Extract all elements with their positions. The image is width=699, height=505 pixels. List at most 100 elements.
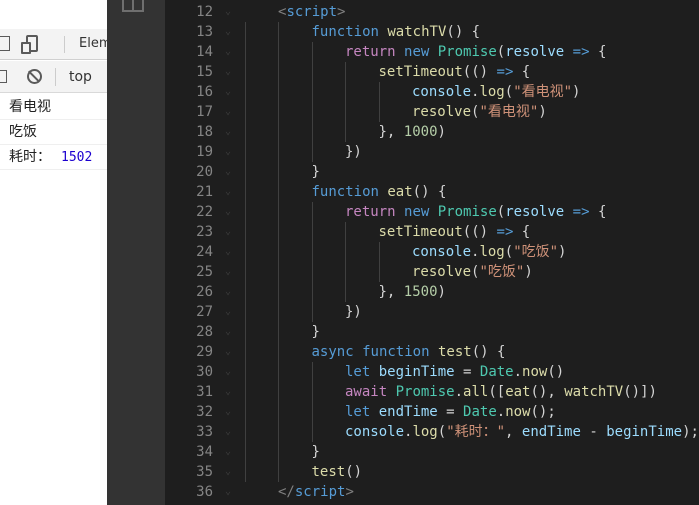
tab-elements[interactable]: Elem — [79, 36, 107, 51]
fold-chevron-icon[interactable]: ⌄ — [225, 222, 235, 242]
fold-chevron-icon[interactable]: ⌄ — [225, 482, 235, 502]
indent-guide — [278, 282, 279, 302]
code-token: beginTime — [606, 424, 683, 440]
indent-guide — [278, 262, 279, 282]
indent-guide — [345, 82, 346, 102]
code-text: await Promise.all([eat(), watchTV()]) — [345, 382, 657, 402]
code-text: console.log("耗时：", endTime - beginTime); — [345, 422, 699, 442]
indent-guide — [378, 82, 380, 102]
fold-chevron-icon[interactable]: ⌄ — [225, 262, 235, 282]
line-number: 17 — [196, 104, 213, 120]
code-token: }) — [345, 144, 362, 160]
indent-guide — [311, 402, 313, 422]
code-token: { — [513, 64, 531, 80]
device-toolbar-icon[interactable] — [21, 35, 38, 54]
devtools-panel: Elem top 看电视 吃饭 耗时： 1502 — [0, 0, 107, 505]
fold-chevron-icon[interactable]: ⌄ — [225, 462, 235, 482]
fold-chevron-icon[interactable]: ⌄ — [225, 42, 235, 62]
fold-chevron-icon[interactable]: ⌄ — [225, 82, 235, 102]
fold-chevron-icon[interactable]: ⌄ — [225, 102, 235, 122]
context-selector[interactable]: top — [69, 69, 92, 85]
code-token: return — [345, 44, 396, 60]
clear-console-icon[interactable] — [27, 69, 42, 84]
fold-chevron-icon[interactable]: ⌄ — [225, 242, 235, 262]
code-token: ) — [437, 124, 446, 140]
indent-guide — [311, 202, 313, 222]
fold-chevron-icon[interactable]: ⌄ — [225, 22, 235, 42]
code-token: > — [345, 484, 354, 500]
code-token: (() — [462, 224, 497, 240]
line-number: 23 — [196, 224, 213, 240]
indent-guide — [245, 322, 246, 342]
indent-guide — [245, 462, 246, 482]
fold-chevron-icon[interactable]: ⌄ — [225, 162, 235, 182]
code-line[interactable]: 12 ⌄ <script> — [165, 2, 699, 22]
code-token: () { — [446, 24, 481, 40]
code-token: => — [572, 204, 590, 220]
indent-guide — [245, 382, 246, 402]
indent-guide — [311, 42, 313, 62]
fold-chevron-icon[interactable]: ⌄ — [225, 322, 235, 342]
indent-guide — [245, 362, 246, 382]
fold-chevron-icon[interactable]: ⌄ — [225, 342, 235, 362]
code-token: . — [496, 404, 506, 420]
indent-guide — [278, 442, 279, 462]
code-token: return — [345, 204, 396, 220]
code-token: } — [311, 444, 320, 460]
fold-chevron-icon[interactable]: ⌄ — [225, 442, 235, 462]
indent-guide — [245, 22, 246, 42]
code-token: eat — [387, 184, 413, 200]
code-token: - — [580, 424, 607, 440]
fold-chevron-icon[interactable]: ⌄ — [225, 202, 235, 222]
indent-guide — [278, 422, 279, 442]
indent-guide — [278, 42, 279, 62]
code-token: }, — [378, 124, 404, 140]
code-editor[interactable]: 12 ⌄ <script> 13 ⌄ function watchTV() {14 ⌄ ret… — [165, 0, 699, 505]
code-token: resolve — [505, 204, 565, 220]
code-token: }) — [345, 304, 362, 320]
fold-chevron-icon[interactable]: ⌄ — [225, 62, 235, 82]
fold-chevron-icon[interactable]: ⌄ — [225, 402, 235, 422]
indent-guide — [378, 102, 380, 122]
fold-chevron-icon[interactable]: ⌄ — [225, 182, 235, 202]
code-token: } — [311, 164, 320, 180]
fold-chevron-icon[interactable]: ⌄ — [225, 282, 235, 302]
console-sidebar-toggle-icon[interactable] — [0, 70, 7, 83]
explorer-icon[interactable] — [122, 0, 144, 12]
console-output: 看电视 吃饭 耗时： 1502 — [0, 95, 107, 170]
fold-chevron-icon[interactable]: ⌄ — [225, 302, 235, 322]
toolbar-divider — [64, 36, 65, 53]
fold-chevron-icon[interactable]: ⌄ — [225, 362, 235, 382]
code-token: function — [362, 344, 430, 360]
code-token: (), — [530, 384, 565, 400]
code-token: now — [505, 404, 531, 420]
line-number: 12 — [196, 4, 213, 20]
console-message-number: 1502 — [61, 150, 93, 165]
fold-chevron-icon[interactable]: ⌄ — [225, 122, 235, 142]
code-token: , — [505, 424, 522, 440]
code-token: log — [412, 424, 438, 440]
code-text: setTimeout(() => { — [379, 62, 531, 82]
line-number: 35 — [196, 464, 213, 480]
code-token: script — [294, 484, 346, 500]
fold-chevron-icon[interactable]: ⌄ — [225, 2, 235, 22]
console-message: 耗时： 1502 — [0, 145, 107, 170]
indent-guide — [245, 62, 246, 82]
code-token: async — [311, 344, 354, 360]
fold-chevron-icon[interactable]: ⌄ — [225, 142, 235, 162]
fold-chevron-icon[interactable]: ⌄ — [225, 382, 235, 402]
indent-guide — [278, 162, 279, 182]
fold-chevron-icon[interactable]: ⌄ — [225, 422, 235, 442]
indent-guide — [245, 42, 246, 62]
toolbar-divider — [55, 68, 56, 86]
code-text: resolve("看电视") — [412, 102, 547, 122]
code-token: . — [513, 364, 523, 380]
code-text: function eat() { — [312, 182, 447, 202]
code-line[interactable]: 36 ⌄ </script> — [165, 482, 699, 502]
code-token: => — [496, 224, 514, 240]
console-message-text: 看电视 — [9, 99, 51, 115]
inspect-element-icon[interactable] — [0, 36, 10, 51]
code-token: ) — [437, 284, 446, 300]
